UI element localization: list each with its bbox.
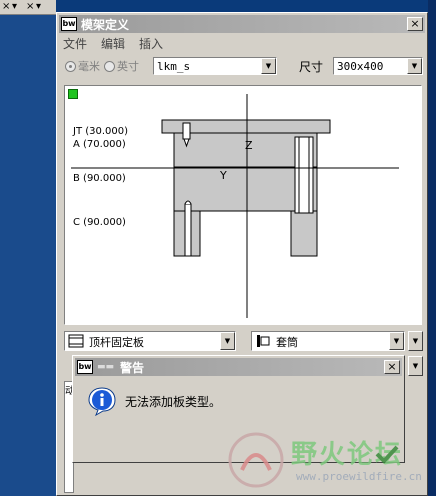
mold-drawing (71, 94, 399, 318)
chevron-down-icon[interactable]: ▼ (261, 58, 276, 74)
close-button[interactable]: × (384, 360, 400, 374)
component-value: 套筒 (276, 336, 298, 349)
bg-arrow-glyph[interactable]: ▾ (12, 0, 17, 14)
bg-close-glyph[interactable]: × (2, 0, 10, 14)
watermark-url: www.proewildfire.cn (296, 470, 422, 483)
close-button[interactable]: × (407, 17, 423, 31)
extra-dropdown-arrow[interactable]: ▼ (408, 331, 423, 351)
size-label: 尺寸 (299, 60, 324, 74)
lower-dropdown-arrow[interactable]: ▼ (408, 356, 423, 376)
plate-type-dropdown[interactable]: 顶杆固定板 ▼ (64, 331, 236, 351)
axis-label-z: Z (245, 139, 253, 152)
chevron-down-icon[interactable]: ▼ (220, 332, 235, 350)
titlebar-logo: ▬▬ (97, 362, 115, 372)
info-icon (88, 387, 116, 416)
radio-mm-label: 毫米 (78, 60, 100, 73)
plate-label-jt: JT (30.000) (73, 126, 129, 137)
unit-radio-group: 毫米 英寸 (65, 55, 143, 77)
dialog-titlebar[interactable]: bw 模架定义 × (59, 15, 425, 33)
radio-inch[interactable] (104, 60, 115, 72)
component-dropdown[interactable]: 套筒 ▼ (251, 331, 405, 351)
app-icon: bw (61, 17, 77, 31)
plate-type-icon (68, 334, 84, 348)
warning-title: 警告 (120, 360, 145, 375)
ejector-pin (184, 200, 192, 257)
sleeve-icon (257, 335, 270, 347)
radio-inch-label: 英寸 (117, 60, 139, 73)
dialog-title: 模架定义 (81, 17, 130, 32)
watermark-logo-icon (228, 432, 284, 488)
bg-close-glyph-2[interactable]: × (26, 0, 34, 14)
menu-edit[interactable]: 编辑 (99, 35, 127, 51)
catalog-dropdown[interactable]: lkm_s ▼ (153, 57, 277, 75)
menu-file[interactable]: 文件 (61, 35, 89, 51)
chevron-down-icon[interactable]: ▼ (389, 332, 404, 350)
check-icon (375, 445, 399, 464)
guide-pillar (294, 136, 314, 214)
plate-type-value: 顶杆固定板 (89, 336, 144, 349)
axis-label-y: Y (220, 169, 227, 182)
size-dropdown[interactable]: 300x400 ▼ (333, 57, 423, 75)
background-toolbar-strip: × ▾ × ▾ (0, 0, 56, 15)
radio-mm[interactable] (65, 60, 76, 72)
plate-label-c: C (90.000) (73, 217, 126, 228)
catalog-value: lkm_s (157, 60, 191, 73)
warning-message: 无法添加板类型。 (125, 395, 222, 409)
mold-preview-canvas[interactable]: JT (30.000) A (70.000) B (90.000) C (90.… (64, 85, 422, 325)
menu-insert[interactable]: 插入 (137, 35, 165, 51)
background-panel (0, 0, 56, 496)
background-right-edge (428, 0, 436, 496)
plate-label-b: B (90.000) (73, 173, 126, 184)
plate-label-a: A (70.000) (73, 139, 126, 150)
app-icon: bw (77, 360, 93, 374)
chevron-down-icon[interactable]: ▼ (407, 58, 422, 74)
support-right (290, 210, 318, 257)
forum-watermark: 野火论坛 www.proewildfire.cn (226, 430, 432, 492)
size-value: 300x400 (337, 60, 384, 73)
bg-arrow-glyph-2[interactable]: ▾ (36, 0, 41, 14)
menu-bar: 文件 编辑 插入 (61, 35, 165, 51)
warning-titlebar[interactable]: bw ▬▬ 警告 × (75, 358, 402, 376)
